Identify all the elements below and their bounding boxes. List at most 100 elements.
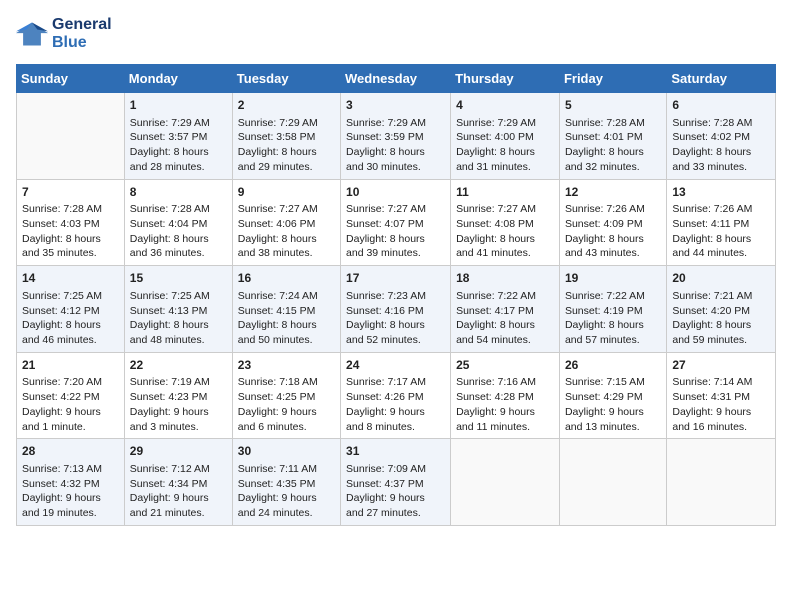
calendar-cell: 26Sunrise: 7:15 AM Sunset: 4:29 PM Dayli… <box>559 352 666 439</box>
day-info: Sunrise: 7:22 AM Sunset: 4:17 PM Dayligh… <box>456 289 554 348</box>
day-number: 20 <box>672 270 770 287</box>
day-number: 15 <box>130 270 227 287</box>
day-number: 23 <box>238 357 335 374</box>
calendar-cell: 7Sunrise: 7:28 AM Sunset: 4:03 PM Daylig… <box>17 179 125 266</box>
day-number: 29 <box>130 443 227 460</box>
calendar-cell: 19 Sunrise: 7:22 AM Sunset: 4:19 PM Dayli… <box>559 266 666 353</box>
header-day: Friday <box>559 65 666 93</box>
calendar-week: 28 Sunrise: 7:13 AM Sunset: 4:32 PM Dayli… <box>17 439 776 526</box>
calendar-cell: 2 Sunrise: 7:29 AM Sunset: 3:58 PM Daylig… <box>232 93 340 180</box>
day-number: 14 <box>22 270 119 287</box>
calendar-cell: 23Sunrise: 7:18 AM Sunset: 4:25 PM Dayli… <box>232 352 340 439</box>
calendar-cell: 5 Sunrise: 7:28 AM Sunset: 4:01 PM Daylig… <box>559 93 666 180</box>
day-info: Sunrise: 7:16 AM Sunset: 4:28 PM Dayligh… <box>456 375 554 434</box>
day-number: 28 <box>22 443 119 460</box>
day-number: 24 <box>346 357 445 374</box>
calendar-cell: 16Sunrise: 7:24 AM Sunset: 4:15 PM Dayli… <box>232 266 340 353</box>
calendar-cell: 30 Sunrise: 7:11 AM Sunset: 4:35 PM Dayli… <box>232 439 340 526</box>
day-info: Sunrise: 7:14 AM Sunset: 4:31 PM Dayligh… <box>672 375 770 434</box>
day-number: 31 <box>346 443 445 460</box>
calendar-cell: 1Sunrise: 7:29 AM Sunset: 3:57 PM Daylig… <box>124 93 232 180</box>
day-number: 13 <box>672 184 770 201</box>
day-info: Sunrise: 7:27 AM Sunset: 4:08 PM Dayligh… <box>456 202 554 261</box>
logo-text: General Blue <box>52 16 112 52</box>
day-info: Sunrise: 7:23 AM Sunset: 4:16 PM Dayligh… <box>346 289 445 348</box>
calendar-cell <box>451 439 560 526</box>
calendar-cell: 18Sunrise: 7:22 AM Sunset: 4:17 PM Dayli… <box>451 266 560 353</box>
day-number: 26 <box>565 357 661 374</box>
day-number: 22 <box>130 357 227 374</box>
day-info: Sunrise: 7:26 AM Sunset: 4:11 PM Dayligh… <box>672 202 770 261</box>
day-info: Sunrise: 7:11 AM Sunset: 4:35 PM Dayligh… <box>238 462 335 521</box>
calendar-cell: 10Sunrise: 7:27 AM Sunset: 4:07 PM Dayli… <box>341 179 451 266</box>
calendar-cell <box>17 93 125 180</box>
calendar-cell: 29 Sunrise: 7:12 AM Sunset: 4:34 PM Dayli… <box>124 439 232 526</box>
calendar-cell: 8Sunrise: 7:28 AM Sunset: 4:04 PM Daylig… <box>124 179 232 266</box>
day-number: 19 <box>565 270 661 287</box>
day-number: 5 <box>565 97 661 114</box>
calendar-cell: 24Sunrise: 7:17 AM Sunset: 4:26 PM Dayli… <box>341 352 451 439</box>
calendar-header: SundayMondayTuesdayWednesdayThursdayFrid… <box>17 65 776 93</box>
header-day: Sunday <box>17 65 125 93</box>
day-number: 9 <box>238 184 335 201</box>
day-info: Sunrise: 7:15 AM Sunset: 4:29 PM Dayligh… <box>565 375 661 434</box>
day-info: Sunrise: 7:27 AM Sunset: 4:06 PM Dayligh… <box>238 202 335 261</box>
calendar-week: 7Sunrise: 7:28 AM Sunset: 4:03 PM Daylig… <box>17 179 776 266</box>
day-info: Sunrise: 7:28 AM Sunset: 4:02 PM Dayligh… <box>672 116 770 175</box>
header-day: Saturday <box>667 65 776 93</box>
day-info: Sunrise: 7:19 AM Sunset: 4:23 PM Dayligh… <box>130 375 227 434</box>
calendar-cell: 11Sunrise: 7:27 AM Sunset: 4:08 PM Dayli… <box>451 179 560 266</box>
calendar-cell: 27Sunrise: 7:14 AM Sunset: 4:31 PM Dayli… <box>667 352 776 439</box>
day-number: 17 <box>346 270 445 287</box>
day-number: 11 <box>456 184 554 201</box>
day-number: 25 <box>456 357 554 374</box>
day-info: Sunrise: 7:20 AM Sunset: 4:22 PM Dayligh… <box>22 375 119 434</box>
day-info: Sunrise: 7:21 AM Sunset: 4:20 PM Dayligh… <box>672 289 770 348</box>
day-number: 6 <box>672 97 770 114</box>
day-info: Sunrise: 7:13 AM Sunset: 4:32 PM Dayligh… <box>22 462 119 521</box>
day-info: Sunrise: 7:18 AM Sunset: 4:25 PM Dayligh… <box>238 375 335 434</box>
logo-icon <box>16 20 48 48</box>
day-info: Sunrise: 7:28 AM Sunset: 4:04 PM Dayligh… <box>130 202 227 261</box>
calendar-body: 1Sunrise: 7:29 AM Sunset: 3:57 PM Daylig… <box>17 93 776 526</box>
day-number: 2 <box>238 97 335 114</box>
header-day: Tuesday <box>232 65 340 93</box>
calendar-week: 1Sunrise: 7:29 AM Sunset: 3:57 PM Daylig… <box>17 93 776 180</box>
day-info: Sunrise: 7:17 AM Sunset: 4:26 PM Dayligh… <box>346 375 445 434</box>
day-info: Sunrise: 7:26 AM Sunset: 4:09 PM Dayligh… <box>565 202 661 261</box>
calendar-cell: 9Sunrise: 7:27 AM Sunset: 4:06 PM Daylig… <box>232 179 340 266</box>
calendar-cell: 13Sunrise: 7:26 AM Sunset: 4:11 PM Dayli… <box>667 179 776 266</box>
calendar-cell: 22Sunrise: 7:19 AM Sunset: 4:23 PM Dayli… <box>124 352 232 439</box>
day-number: 4 <box>456 97 554 114</box>
calendar-cell: 17 Sunrise: 7:23 AM Sunset: 4:16 PM Dayli… <box>341 266 451 353</box>
day-info: Sunrise: 7:22 AM Sunset: 4:19 PM Dayligh… <box>565 289 661 348</box>
day-info: Sunrise: 7:25 AM Sunset: 4:12 PM Dayligh… <box>22 289 119 348</box>
day-number: 12 <box>565 184 661 201</box>
day-number: 30 <box>238 443 335 460</box>
calendar-cell: 20 Sunrise: 7:21 AM Sunset: 4:20 PM Dayli… <box>667 266 776 353</box>
calendar-cell: 15 Sunrise: 7:25 AM Sunset: 4:13 PM Dayli… <box>124 266 232 353</box>
header-day: Wednesday <box>341 65 451 93</box>
calendar-cell <box>559 439 666 526</box>
day-info: Sunrise: 7:28 AM Sunset: 4:01 PM Dayligh… <box>565 116 661 175</box>
calendar-cell: 6 Sunrise: 7:28 AM Sunset: 4:02 PM Daylig… <box>667 93 776 180</box>
day-info: Sunrise: 7:12 AM Sunset: 4:34 PM Dayligh… <box>130 462 227 521</box>
day-info: Sunrise: 7:28 AM Sunset: 4:03 PM Dayligh… <box>22 202 119 261</box>
day-number: 21 <box>22 357 119 374</box>
day-info: Sunrise: 7:27 AM Sunset: 4:07 PM Dayligh… <box>346 202 445 261</box>
day-number: 10 <box>346 184 445 201</box>
calendar-cell <box>667 439 776 526</box>
day-info: Sunrise: 7:09 AM Sunset: 4:37 PM Dayligh… <box>346 462 445 521</box>
calendar-cell: 4 Sunrise: 7:29 AM Sunset: 4:00 PM Daylig… <box>451 93 560 180</box>
calendar-cell: 31 Sunrise: 7:09 AM Sunset: 4:37 PM Dayli… <box>341 439 451 526</box>
day-number: 27 <box>672 357 770 374</box>
day-info: Sunrise: 7:29 AM Sunset: 3:58 PM Dayligh… <box>238 116 335 175</box>
day-info: Sunrise: 7:25 AM Sunset: 4:13 PM Dayligh… <box>130 289 227 348</box>
header-day: Monday <box>124 65 232 93</box>
header: General Blue <box>16 16 776 52</box>
calendar-week: 21Sunrise: 7:20 AM Sunset: 4:22 PM Dayli… <box>17 352 776 439</box>
calendar-table: SundayMondayTuesdayWednesdayThursdayFrid… <box>16 64 776 526</box>
calendar-cell: 3Sunrise: 7:29 AM Sunset: 3:59 PM Daylig… <box>341 93 451 180</box>
day-info: Sunrise: 7:29 AM Sunset: 4:00 PM Dayligh… <box>456 116 554 175</box>
calendar-cell: 12Sunrise: 7:26 AM Sunset: 4:09 PM Dayli… <box>559 179 666 266</box>
